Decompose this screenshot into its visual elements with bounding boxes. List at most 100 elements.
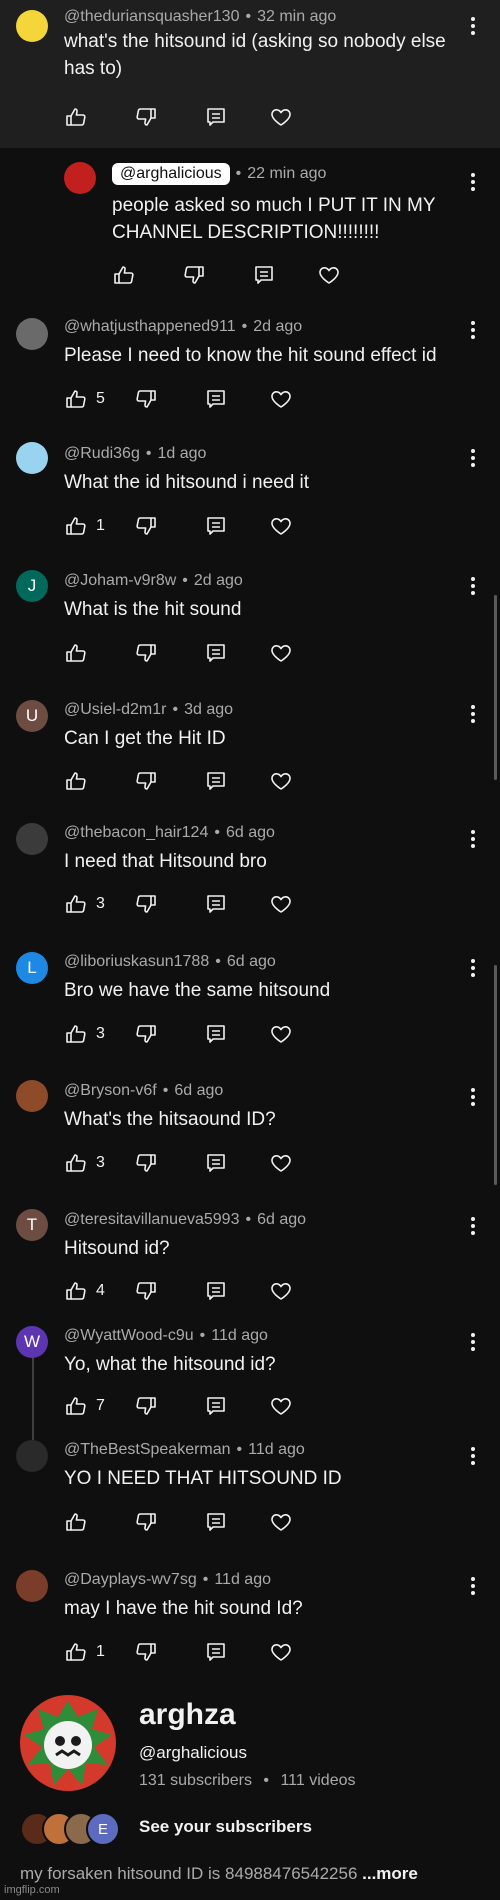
dislike-button[interactable] (134, 513, 158, 539)
like-button[interactable]: 1 (64, 1639, 105, 1665)
more-link[interactable]: ...more (362, 1864, 418, 1883)
comment-time: 6d ago (226, 953, 276, 970)
reply-button[interactable] (204, 1278, 228, 1304)
kebab-menu-icon[interactable] (470, 829, 476, 849)
dislike-button[interactable] (134, 104, 158, 130)
like-button[interactable]: 3 (64, 1150, 105, 1176)
kebab-menu-icon[interactable] (470, 448, 476, 468)
heart-button[interactable] (269, 1639, 293, 1665)
like-button[interactable] (64, 640, 88, 666)
reply-button[interactable] (204, 386, 228, 412)
like-button[interactable]: 3 (64, 1021, 105, 1047)
comment-author[interactable]: @WyattWood-c9u (64, 1327, 194, 1344)
kebab-menu-icon[interactable] (470, 1332, 476, 1352)
avatar[interactable] (16, 1080, 48, 1112)
heart-button[interactable] (269, 1150, 293, 1176)
heart-button[interactable] (269, 891, 293, 917)
dislike-button[interactable] (134, 1509, 158, 1535)
dislike-button[interactable] (134, 891, 158, 917)
kebab-menu-icon[interactable] (470, 576, 476, 596)
kebab-menu-icon[interactable] (470, 172, 476, 192)
avatar[interactable]: L (16, 952, 48, 984)
comment-author[interactable]: @whatjusthappened911 (64, 318, 236, 335)
like-button[interactable]: 3 (64, 891, 105, 917)
kebab-menu-icon[interactable] (470, 1446, 476, 1466)
comment-author[interactable]: @theduriansquasher130 (64, 8, 239, 25)
comment-meta: @arghalicious • 22 min ago (112, 163, 326, 185)
like-button[interactable]: 1 (64, 513, 105, 539)
kebab-menu-icon[interactable] (470, 1216, 476, 1236)
like-button[interactable]: 5 (64, 386, 105, 412)
reply-button[interactable] (204, 1639, 228, 1665)
dislike-button[interactable] (134, 1639, 158, 1665)
avatar[interactable] (16, 1440, 48, 1472)
channel-description[interactable]: my forsaken hitsound ID is 8498847654225… (20, 1864, 418, 1884)
comment-author[interactable]: @Bryson-v6f (64, 1082, 157, 1099)
dislike-button[interactable] (134, 1393, 158, 1419)
heart-button[interactable] (317, 262, 341, 288)
dislike-button[interactable] (134, 1021, 158, 1047)
reply-button[interactable] (204, 1150, 228, 1176)
reply-button[interactable] (204, 513, 228, 539)
reply-button[interactable] (204, 640, 228, 666)
reply-button[interactable] (204, 1021, 228, 1047)
comment-author[interactable]: @thebacon_hair124 (64, 824, 208, 841)
heart-button[interactable] (269, 1509, 293, 1535)
like-button[interactable]: 7 (64, 1393, 105, 1419)
comment-author[interactable]: @TheBestSpeakerman (64, 1441, 231, 1458)
avatar[interactable] (16, 318, 48, 350)
see-subscribers-link[interactable]: See your subscribers (139, 1817, 312, 1837)
dislike-button[interactable] (134, 386, 158, 412)
kebab-menu-icon[interactable] (470, 1087, 476, 1107)
like-button[interactable] (64, 104, 88, 130)
reply-button[interactable] (204, 1509, 228, 1535)
avatar[interactable] (64, 162, 96, 194)
like-button[interactable] (64, 768, 88, 794)
heart-button[interactable] (269, 640, 293, 666)
dislike-button[interactable] (134, 768, 158, 794)
avatar[interactable] (16, 1570, 48, 1602)
reply-button[interactable] (204, 891, 228, 917)
like-button[interactable] (112, 262, 136, 288)
like-button[interactable] (64, 1509, 88, 1535)
kebab-menu-icon[interactable] (470, 1576, 476, 1596)
comment-author[interactable]: @Usiel-d2m1r (64, 701, 166, 718)
subscriber-avatars[interactable]: E (20, 1812, 130, 1846)
reply-button[interactable] (204, 1393, 228, 1419)
kebab-menu-icon[interactable] (470, 958, 476, 978)
dislike-button[interactable] (182, 262, 206, 288)
like-button[interactable]: 4 (64, 1278, 105, 1304)
kebab-menu-icon[interactable] (470, 704, 476, 724)
dislike-button[interactable] (134, 1278, 158, 1304)
dislike-button[interactable] (134, 1150, 158, 1176)
reply-button[interactable] (204, 104, 228, 130)
heart-button[interactable] (269, 1393, 293, 1419)
avatar[interactable]: U (16, 700, 48, 732)
kebab-menu-icon[interactable] (470, 16, 476, 36)
dislike-button[interactable] (134, 640, 158, 666)
comment-author[interactable]: @teresitavillanueva5993 (64, 1211, 239, 1228)
heart-button[interactable] (269, 104, 293, 130)
comment-author[interactable]: @Joham-v9r8w (64, 572, 176, 589)
comment-author[interactable]: @Dayplays-wv7sg (64, 1571, 197, 1588)
kebab-menu-icon[interactable] (470, 320, 476, 340)
heart-icon (317, 263, 341, 287)
avatar[interactable] (16, 442, 48, 474)
comment-author[interactable]: @arghalicious (112, 163, 230, 185)
avatar[interactable]: T (16, 1209, 48, 1241)
avatar[interactable]: J (16, 570, 48, 602)
heart-button[interactable] (269, 1021, 293, 1047)
comment-author[interactable]: @liboriuskasun1788 (64, 953, 209, 970)
avatar[interactable]: W (16, 1326, 48, 1358)
avatar[interactable] (16, 10, 48, 42)
heart-button[interactable] (269, 513, 293, 539)
meta-separator: • (236, 1441, 243, 1458)
reply-button[interactable] (252, 262, 276, 288)
heart-button[interactable] (269, 1278, 293, 1304)
heart-button[interactable] (269, 386, 293, 412)
reply-button[interactable] (204, 768, 228, 794)
comment-author[interactable]: @Rudi36g (64, 445, 140, 462)
heart-button[interactable] (269, 768, 293, 794)
avatar[interactable] (16, 823, 48, 855)
channel-avatar[interactable] (20, 1695, 116, 1791)
